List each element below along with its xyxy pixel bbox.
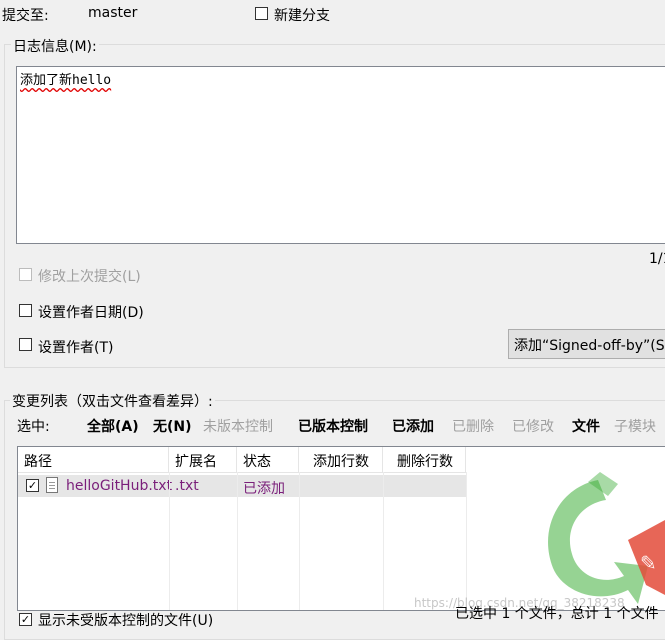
select-label: 选中: — [17, 419, 50, 435]
filter-submodules-link[interactable]: 子模块 — [614, 416, 656, 436]
column-divider — [466, 472, 467, 610]
commit-message-textarea[interactable]: 添加了新hello — [16, 66, 665, 244]
column-header-extension[interactable]: 扩展名 — [169, 447, 237, 472]
row-extension: .txt — [175, 478, 199, 494]
set-author-label: 设置作者(T) — [38, 340, 114, 356]
filter-modified-link[interactable]: 已修改 — [512, 416, 554, 436]
filter-files-link[interactable]: 文件 — [572, 416, 600, 436]
column-header-deleted-lines[interactable]: 删除行数 — [383, 447, 466, 472]
new-branch-checkbox[interactable] — [255, 7, 268, 20]
set-author-date-checkbox[interactable] — [19, 304, 32, 317]
set-author-date-label: 设置作者日期(D) — [38, 305, 144, 321]
row-checkbox[interactable]: ✓ — [26, 479, 39, 492]
column-header-added-lines[interactable]: 添加行数 — [299, 447, 383, 472]
file-icon — [46, 477, 58, 493]
filter-deleted-link[interactable]: 已删除 — [452, 416, 494, 436]
show-unversioned-checkbox[interactable]: ✓ — [19, 613, 32, 626]
filter-none-link[interactable]: 无(N) — [153, 416, 192, 436]
filter-versioned-link[interactable]: 已版本控制 — [298, 416, 368, 436]
new-branch-label: 新建分支 — [274, 8, 330, 24]
svg-text:✎: ✎ — [640, 551, 657, 575]
column-divider — [383, 472, 384, 610]
log-message-group-label: 日志信息(M): — [11, 36, 99, 56]
filter-added-link[interactable]: 已添加 — [392, 416, 434, 436]
message-counter: 1/1 — [649, 251, 665, 267]
column-divider — [237, 472, 238, 610]
row-path: helloGitHub.txt — [66, 478, 173, 494]
tortoisegit-logo-icon: ✎ — [548, 472, 665, 604]
list-header: 路径 扩展名 状态 添加行数 删除行数 — [18, 447, 466, 473]
commit-message-text: 添加了新hello — [20, 73, 112, 88]
filter-unversioned-link[interactable]: 未版本控制 — [203, 416, 273, 436]
signed-off-by-button[interactable]: 添加“Signed-off-by”(S) — [508, 329, 665, 359]
commit-to-label: 提交至: — [2, 8, 49, 24]
column-header-path[interactable]: 路径 — [18, 447, 169, 472]
amend-label: 修改上次提交(L) — [38, 269, 141, 285]
set-author-checkbox[interactable] — [19, 338, 32, 351]
changes-group-label: 变更列表（双击文件查看差异）: — [10, 391, 215, 411]
filter-all-link[interactable]: 全部(A) — [87, 416, 139, 436]
column-divider — [299, 472, 300, 610]
table-row[interactable]: ✓ helloGitHub.txt .txt 已添加 — [18, 475, 466, 497]
amend-checkbox[interactable] — [19, 268, 32, 281]
show-unversioned-label: 显示未受版本控制的文件(U) — [38, 613, 214, 629]
check-icon: ✓ — [27, 479, 38, 492]
selection-summary: 已选中 1 个文件，总计 1 个文件 — [455, 606, 659, 622]
branch-name: master — [88, 5, 138, 21]
column-header-status[interactable]: 状态 — [237, 447, 299, 472]
row-status: 已添加 — [243, 481, 285, 497]
column-divider — [169, 472, 170, 610]
check-icon: ✓ — [20, 613, 31, 626]
